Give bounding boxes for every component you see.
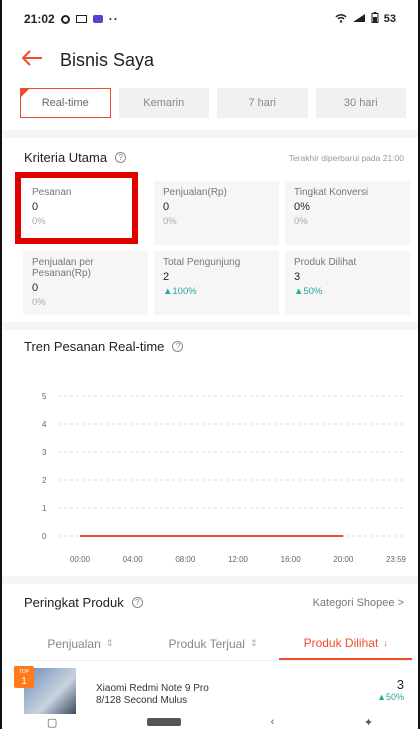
list-item[interactable]: TOP 1 Xiaomi Redmi Note 9 Pro 8/128 Seco… <box>12 664 408 714</box>
battery-level: 53 <box>383 13 396 25</box>
metric-label: Penjualan(Rp) <box>163 187 227 198</box>
app-header: Bisnis Saya <box>2 38 418 82</box>
x-tick-label: 16:00 <box>281 555 302 564</box>
metric-label: Penjualan per Pesanan(Rp) <box>32 257 94 279</box>
metrics-grid: Pesanan 0 0% Penjualan(Rp) 0 0% Tingkat … <box>23 181 410 315</box>
trend-chart-svg: 0 1 2 3 4 5 00:00 04:00 08:00 12:00 16:00 20:00 23:5… <box>42 392 407 564</box>
tab-label: Produk Dilihat <box>303 635 379 650</box>
product-stats: 3 ▲50% <box>377 677 404 702</box>
x-tick-label: 08:00 <box>175 555 196 564</box>
metric-label: Produk Dilihat <box>294 257 357 268</box>
tab-7-hari[interactable]: 7 hari <box>217 88 308 118</box>
divider <box>2 576 418 584</box>
y-tick-label: 5 <box>42 392 47 401</box>
trend-title: Tren Pesanan Real-time <box>24 339 165 354</box>
home-icon[interactable] <box>146 718 181 726</box>
metric-penjualan[interactable]: Penjualan(Rp) 0 0% <box>154 181 279 245</box>
tab-label: Produk Terjual <box>168 636 245 651</box>
tab-30-hari[interactable]: 30 hari <box>315 88 406 118</box>
metric-value: 0 <box>32 201 39 213</box>
metric-penjualan-per-pesanan[interactable]: Penjualan per Pesanan(Rp) 0 0% <box>23 251 148 315</box>
metric-label: Tingkat Konversi <box>294 187 369 198</box>
ranking-tabs: Penjualan ⇕ Produk Terjual ⇕ Produk Dili… <box>14 627 413 661</box>
y-tick-label: 4 <box>42 420 47 429</box>
metric-value: 0 <box>32 282 39 294</box>
help-icon[interactable]: ? <box>131 597 143 608</box>
metric-produk-dilihat[interactable]: Produk Dilihat 3 ▲50% <box>285 251 410 315</box>
x-tick-label: 12:00 <box>228 555 249 564</box>
divider <box>2 130 418 138</box>
metric-pesanan[interactable]: Pesanan 0 0% <box>23 181 148 245</box>
y-tick-label: 1 <box>42 504 47 513</box>
metric-tingkat-konversi[interactable]: Tingkat Konversi 0% 0% <box>285 181 410 245</box>
trend-header: Tren Pesanan Real-time ? <box>24 339 404 354</box>
time-range-tabs: Real-time Kemarin 7 hari 30 hari <box>20 88 406 118</box>
help-icon[interactable]: ? <box>172 341 184 352</box>
metric-label: Total Pengunjung <box>163 257 241 268</box>
metric-value: 0% <box>294 201 310 213</box>
battery-icon <box>371 12 379 26</box>
page-title: Bisnis Saya <box>60 49 155 70</box>
tab-produk-dilihat[interactable]: Produk Dilihat ↓ <box>279 627 413 660</box>
metric-change: 0% <box>294 216 308 227</box>
ranking-title: Peringkat Produk <box>24 595 124 610</box>
ranking-header: Peringkat Produk ? Kategori Shopee > <box>24 595 404 610</box>
metric-label: Pesanan <box>32 187 72 198</box>
x-tick-label: 20:00 <box>333 555 354 564</box>
tab-produk-terjual[interactable]: Produk Terjual ⇕ <box>147 627 280 660</box>
x-tick-label: 04:00 <box>123 555 144 564</box>
system-nav-bar: ▢ ‹ ✦ <box>2 715 418 729</box>
kategori-shopee-link[interactable]: Kategori Shopee > <box>313 597 404 609</box>
rank-badge: TOP 1 <box>14 666 34 688</box>
rank-number: 1 <box>21 676 27 687</box>
divider <box>2 322 418 330</box>
sort-icon: ⇕ <box>249 638 258 648</box>
tab-label: Penjualan <box>47 636 101 651</box>
product-name: Xiaomi Redmi Note 9 Pro 8/128 Second Mul… <box>96 683 209 707</box>
metric-value: 3 <box>294 271 301 283</box>
metric-value: 0 <box>163 201 170 213</box>
product-value: 3 <box>396 676 404 692</box>
menu-icon[interactable]: ▢ <box>47 716 57 729</box>
app-notification-icon <box>92 15 103 23</box>
more-notifications-icon: ·· <box>108 12 119 26</box>
metric-total-pengunjung[interactable]: Total Pengunjung 2 ▲100% <box>154 251 279 315</box>
metric-change: 0% <box>32 216 46 227</box>
help-icon[interactable]: ? <box>115 152 127 163</box>
tab-real-time[interactable]: Real-time <box>20 88 111 118</box>
metric-value: 2 <box>163 271 170 283</box>
notification-icon <box>60 14 70 24</box>
back-arrow-icon[interactable] <box>20 48 60 73</box>
product-change: ▲50% <box>377 691 404 702</box>
x-tick-label: 00:00 <box>70 555 91 564</box>
status-bar: 21:02 ·· 53 <box>2 0 418 38</box>
sort-down-icon: ↓ <box>383 637 388 648</box>
metric-change: ▲100% <box>163 286 197 297</box>
metric-change: 0% <box>32 297 46 308</box>
x-tick-label: 23:59 <box>386 555 407 564</box>
y-tick-label: 3 <box>42 448 47 457</box>
criteria-header: Kriteria Utama ? Terakhir diperbarui pad… <box>24 150 404 165</box>
y-tick-label: 0 <box>42 532 47 541</box>
phone-screen: 21:02 ·· 53 Bisnis Saya Real-time Kemari <box>0 0 420 729</box>
signal-icon <box>352 13 366 26</box>
product-name-line: Xiaomi Redmi Note 9 Pro <box>96 683 209 694</box>
product-name-line: 8/128 Second Mulus <box>96 695 188 706</box>
wifi-icon <box>335 13 347 26</box>
trend-chart: 0 1 2 3 4 5 00:00 04:00 08:00 12:00 16:00 20:00 23:5… <box>24 380 412 570</box>
sort-icon: ⇕ <box>105 638 114 648</box>
metric-change: ▲50% <box>294 286 323 297</box>
metric-change: 0% <box>163 216 177 227</box>
tab-kemarin[interactable]: Kemarin <box>118 88 209 118</box>
status-time: 21:02 <box>24 12 55 26</box>
last-updated: Terakhir diperbarui pada 21:00 <box>288 152 404 163</box>
y-tick-label: 2 <box>42 476 47 485</box>
criteria-title: Kriteria Utama <box>24 150 108 165</box>
screen-icon <box>75 15 87 23</box>
accessibility-icon[interactable]: ✦ <box>364 716 373 729</box>
tab-penjualan[interactable]: Penjualan ⇕ <box>14 627 147 660</box>
back-icon[interactable]: ‹ <box>271 716 275 728</box>
